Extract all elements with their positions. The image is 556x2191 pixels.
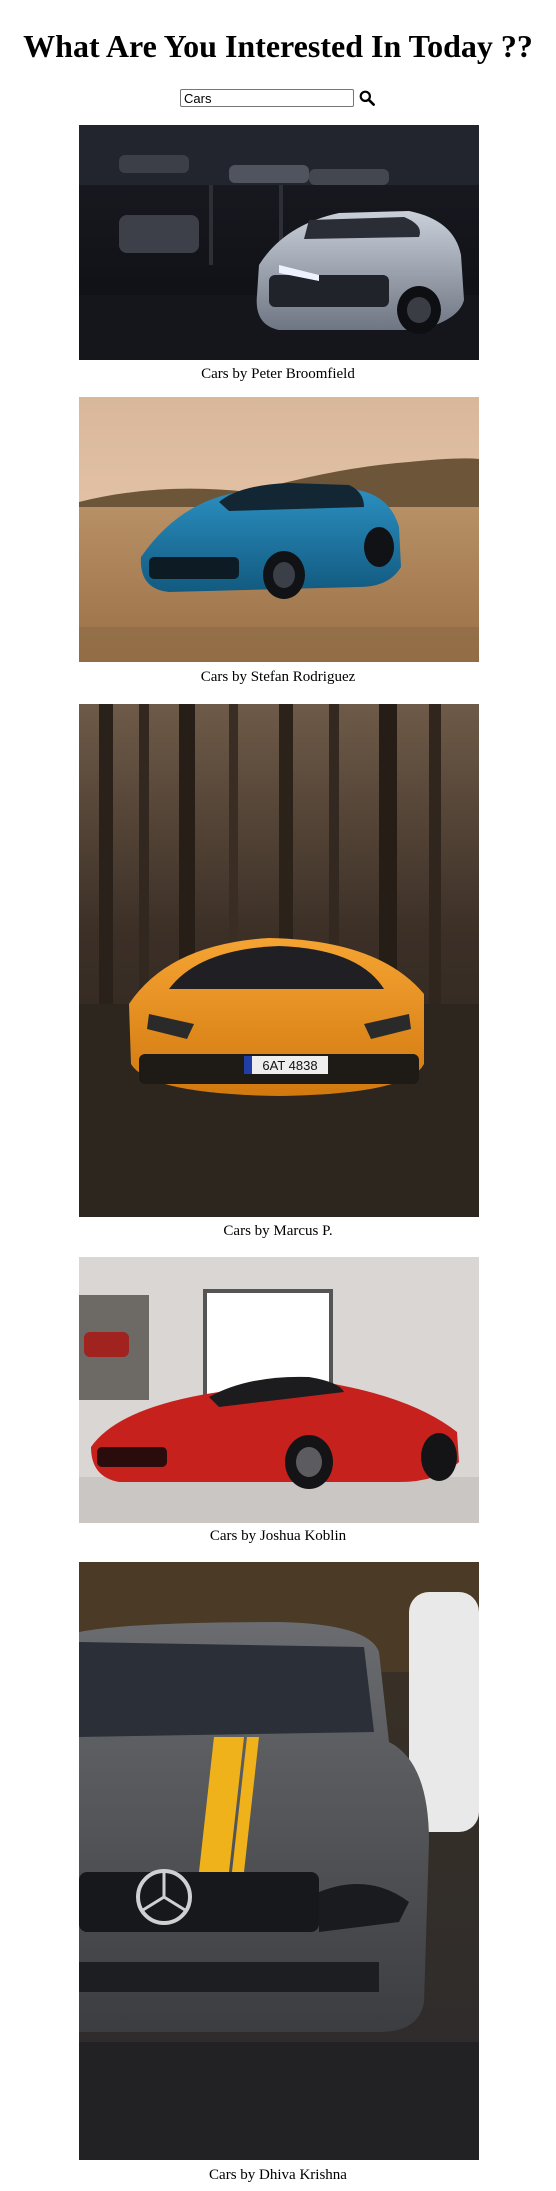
result-image-4[interactable] bbox=[79, 1257, 479, 1523]
result-caption-2: Cars by Stefan Rodriguez bbox=[200, 669, 356, 685]
search-bar bbox=[180, 87, 376, 109]
search-input[interactable] bbox=[180, 89, 354, 107]
result-image-3[interactable]: 6AT 4838 bbox=[79, 704, 479, 1217]
result-caption-5: Cars by Dhiva Krishna bbox=[209, 2167, 347, 2183]
page-title: What Are You Interested In Today ?? bbox=[23, 28, 533, 64]
result-caption-4: Cars by Joshua Koblin bbox=[209, 1528, 347, 1544]
result-caption-1: Cars by Peter Broomfield bbox=[201, 366, 355, 382]
result-caption-3: Cars by Marcus P. bbox=[223, 1223, 333, 1239]
result-image-1[interactable] bbox=[79, 125, 479, 360]
license-plate-text: 6AT 4838 bbox=[262, 1058, 317, 1073]
search-button[interactable] bbox=[358, 89, 376, 107]
result-image-2[interactable] bbox=[79, 397, 479, 662]
search-icon bbox=[359, 90, 375, 106]
result-image-5[interactable] bbox=[79, 1562, 479, 2160]
